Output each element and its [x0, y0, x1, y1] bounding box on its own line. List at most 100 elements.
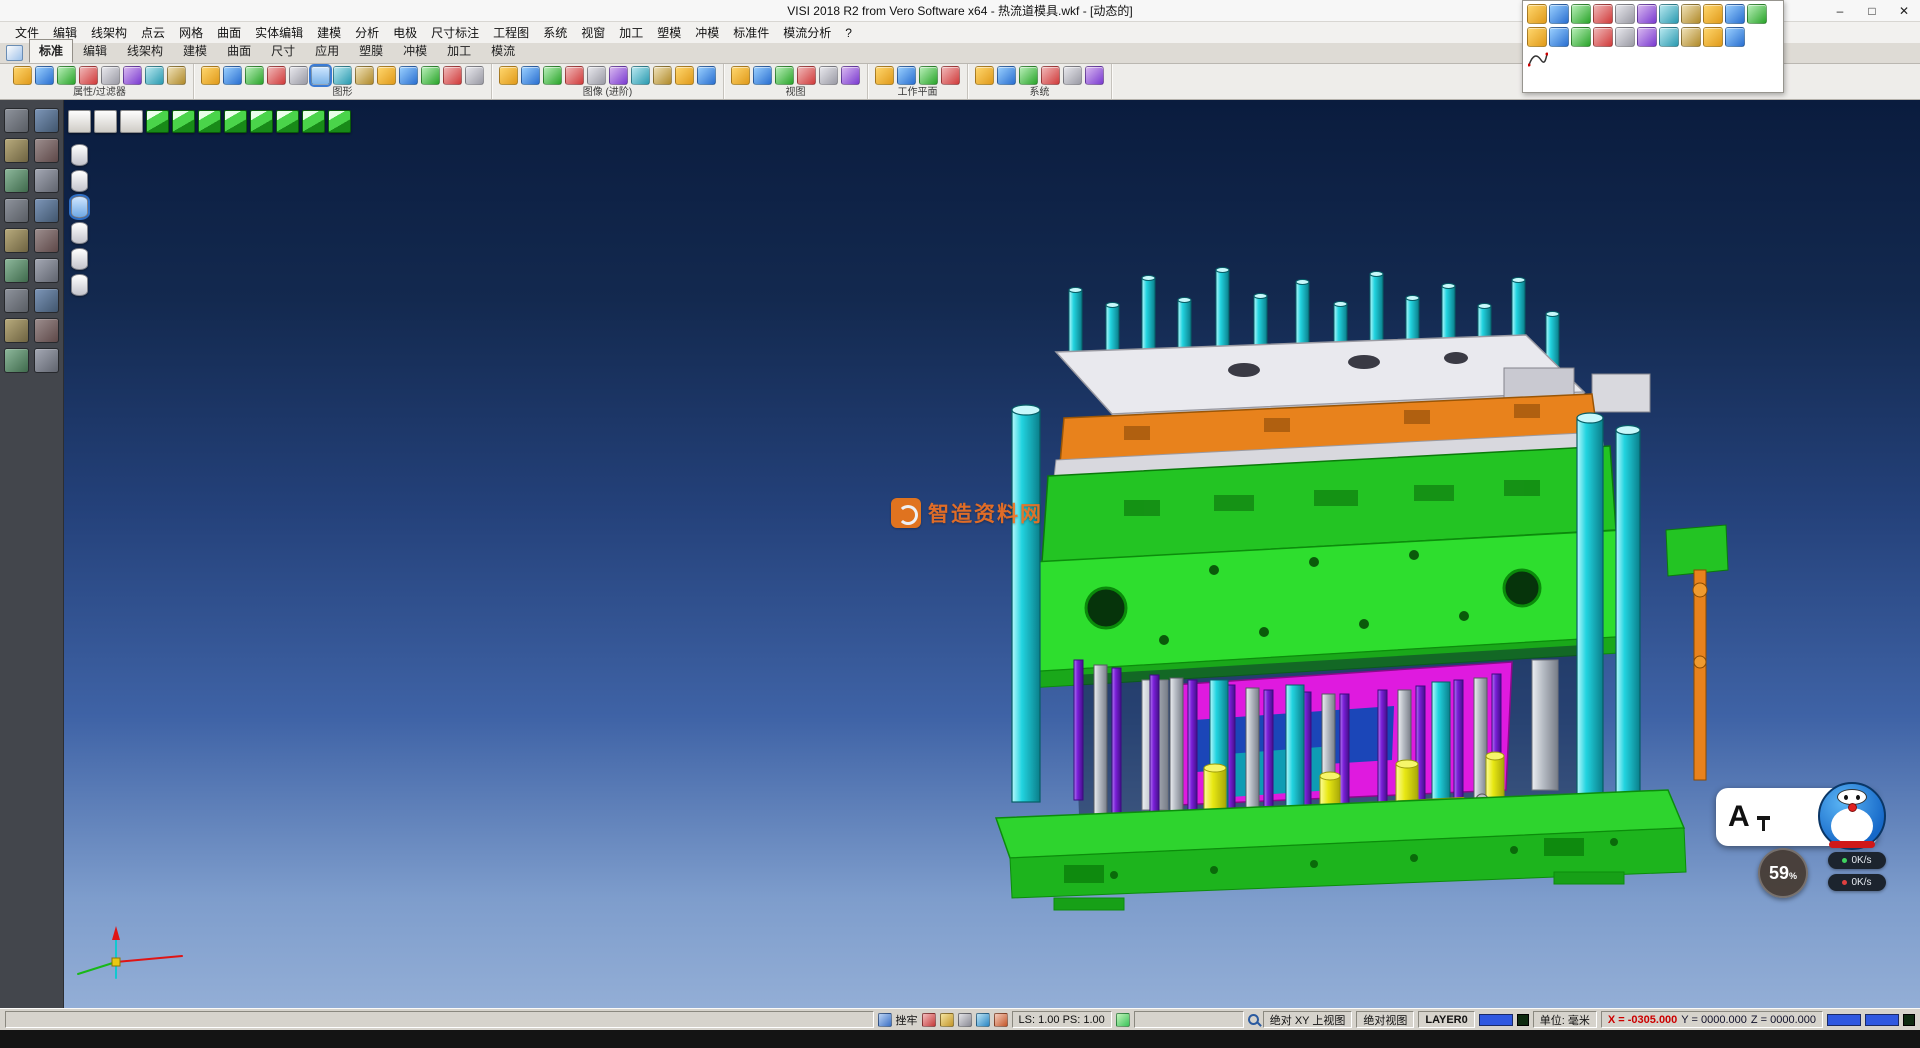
image-advanced-tool-icon[interactable] — [543, 66, 562, 85]
workplane-tool-icon[interactable] — [919, 66, 938, 85]
side-tool-icon[interactable] — [34, 168, 59, 193]
menu-item-help[interactable]: ? — [838, 24, 859, 42]
attribute-filter-tool-icon[interactable] — [167, 66, 186, 85]
side-tool-icon[interactable] — [4, 138, 29, 163]
image-advanced-tool-icon[interactable] — [565, 66, 584, 85]
tab-machining[interactable]: 加工 — [437, 39, 481, 63]
menu-item-machining[interactable]: 加工 — [612, 22, 650, 43]
image-advanced-tool-icon[interactable] — [631, 66, 650, 85]
view-cube-icon[interactable] — [94, 110, 117, 133]
system-tool-icon[interactable] — [997, 66, 1016, 85]
side-tool-icon[interactable] — [4, 168, 29, 193]
side-tool-icon[interactable] — [34, 318, 59, 343]
view-cube-icon[interactable] — [68, 110, 91, 133]
status-color-swatch-1[interactable] — [1827, 1014, 1861, 1026]
minimize-button[interactable]: – — [1824, 0, 1856, 22]
view-cube-icon[interactable] — [172, 110, 195, 133]
side-tool-icon[interactable] — [4, 288, 29, 313]
view-cube-icon[interactable] — [224, 110, 247, 133]
search-icon[interactable] — [1248, 1014, 1259, 1025]
side-tool-icon[interactable] — [4, 258, 29, 283]
tab-surface[interactable]: 曲面 — [217, 39, 261, 63]
grid-snap-icon[interactable] — [878, 1013, 892, 1027]
tab-mold[interactable]: 塑膜 — [349, 39, 393, 63]
solid-edit-tool-icon[interactable] — [1659, 27, 1679, 47]
graphics-tool-icon[interactable] — [421, 66, 440, 85]
view-tool-icon[interactable] — [841, 66, 860, 85]
view-cube-icon[interactable] — [250, 110, 273, 133]
view-tool-icon[interactable] — [797, 66, 816, 85]
solid-attribute-icon[interactable] — [71, 248, 88, 270]
line-color-swatch[interactable] — [1479, 1014, 1513, 1026]
mold-assembly-model[interactable] — [64, 100, 1920, 1008]
document-icon[interactable] — [6, 45, 23, 61]
prompt-field[interactable] — [1134, 1011, 1244, 1028]
solid-edit-tool-icon[interactable] — [1637, 27, 1657, 47]
attribute-filter-tool-icon[interactable] — [123, 66, 142, 85]
solid-edit-tool-icon[interactable] — [1527, 27, 1547, 47]
menu-item-mold[interactable]: 塑模 — [650, 22, 688, 43]
image-advanced-tool-icon[interactable] — [587, 66, 606, 85]
view-mode-indicator[interactable]: 绝对 XY 上视图 — [1263, 1011, 1353, 1028]
graphics-tool-icon[interactable] — [355, 66, 374, 85]
absolute-view-indicator[interactable]: 绝对视图 — [1356, 1011, 1414, 1028]
solid-modeling-tool-icon[interactable] — [1615, 4, 1635, 24]
status-color-swatch-2[interactable] — [1865, 1014, 1899, 1026]
attribute-filter-tool-icon[interactable] — [57, 66, 76, 85]
side-tool-icon[interactable] — [34, 228, 59, 253]
solid-modeling-tool-icon[interactable] — [1659, 4, 1679, 24]
floating-solid-palette[interactable] — [1522, 0, 1784, 93]
solid-attribute-icon[interactable] — [71, 274, 88, 296]
solid-attribute-icon[interactable] — [71, 196, 88, 218]
system-tool-icon[interactable] — [1085, 66, 1104, 85]
solid-modeling-tool-icon[interactable] — [1527, 4, 1547, 24]
graphics-tool-icon[interactable] — [267, 66, 286, 85]
image-advanced-tool-icon[interactable] — [653, 66, 672, 85]
status-color-swatch-3[interactable] — [1903, 1014, 1915, 1026]
graphics-tool-icon[interactable] — [377, 66, 396, 85]
solid-attribute-icon[interactable] — [71, 222, 88, 244]
tab-dimension[interactable]: 尺寸 — [261, 39, 305, 63]
graphics-viewport[interactable]: 智造资料网 A 59 % 0K/s 0K/s — [64, 100, 1920, 1008]
view-cube-icon[interactable] — [120, 110, 143, 133]
status-folder-icon[interactable] — [940, 1013, 954, 1027]
view-cube-icon[interactable] — [276, 110, 299, 133]
view-cube-icon[interactable] — [146, 110, 169, 133]
doraemon-avatar[interactable] — [1818, 782, 1886, 850]
system-tool-icon[interactable] — [1019, 66, 1038, 85]
solid-edit-tool-icon[interactable] — [1571, 27, 1591, 47]
side-tool-icon[interactable] — [4, 198, 29, 223]
menu-item-die[interactable]: 冲模 — [688, 22, 726, 43]
side-tool-icon[interactable] — [34, 108, 59, 133]
side-tool-icon[interactable] — [34, 138, 59, 163]
graphics-tool-icon[interactable] — [245, 66, 264, 85]
image-advanced-tool-icon[interactable] — [675, 66, 694, 85]
workplane-tool-icon[interactable] — [897, 66, 916, 85]
tab-edit[interactable]: 编辑 — [73, 39, 117, 63]
tab-modeling[interactable]: 建模 — [173, 39, 217, 63]
solid-modeling-tool-icon[interactable] — [1593, 4, 1613, 24]
solid-modeling-tool-icon[interactable] — [1571, 4, 1591, 24]
graphics-tool-icon[interactable] — [443, 66, 462, 85]
spline-tool-icon[interactable] — [1527, 50, 1549, 68]
workplane-tool-icon[interactable] — [941, 66, 960, 85]
menu-item-system[interactable]: 系统 — [536, 22, 574, 43]
image-advanced-tool-icon[interactable] — [697, 66, 716, 85]
view-tool-icon[interactable] — [753, 66, 772, 85]
solid-modeling-tool-icon[interactable] — [1681, 4, 1701, 24]
system-tool-icon[interactable] — [1063, 66, 1082, 85]
side-tool-icon[interactable] — [4, 348, 29, 373]
status-gear-icon[interactable] — [958, 1013, 972, 1027]
attribute-filter-tool-icon[interactable] — [101, 66, 120, 85]
system-tool-icon[interactable] — [975, 66, 994, 85]
graphics-tool-icon[interactable] — [201, 66, 220, 85]
tab-wireframe[interactable]: 线架构 — [117, 39, 173, 63]
view-cube-icon[interactable] — [328, 110, 351, 133]
progress-percent-badge[interactable]: 59 % — [1758, 848, 1808, 898]
solid-edit-tool-icon[interactable] — [1593, 27, 1613, 47]
tab-application[interactable]: 应用 — [305, 39, 349, 63]
solid-attribute-icon[interactable] — [71, 170, 88, 192]
graphics-tool-icon[interactable] — [223, 66, 242, 85]
view-cube-icon[interactable] — [198, 110, 221, 133]
side-tool-icon[interactable] — [34, 288, 59, 313]
